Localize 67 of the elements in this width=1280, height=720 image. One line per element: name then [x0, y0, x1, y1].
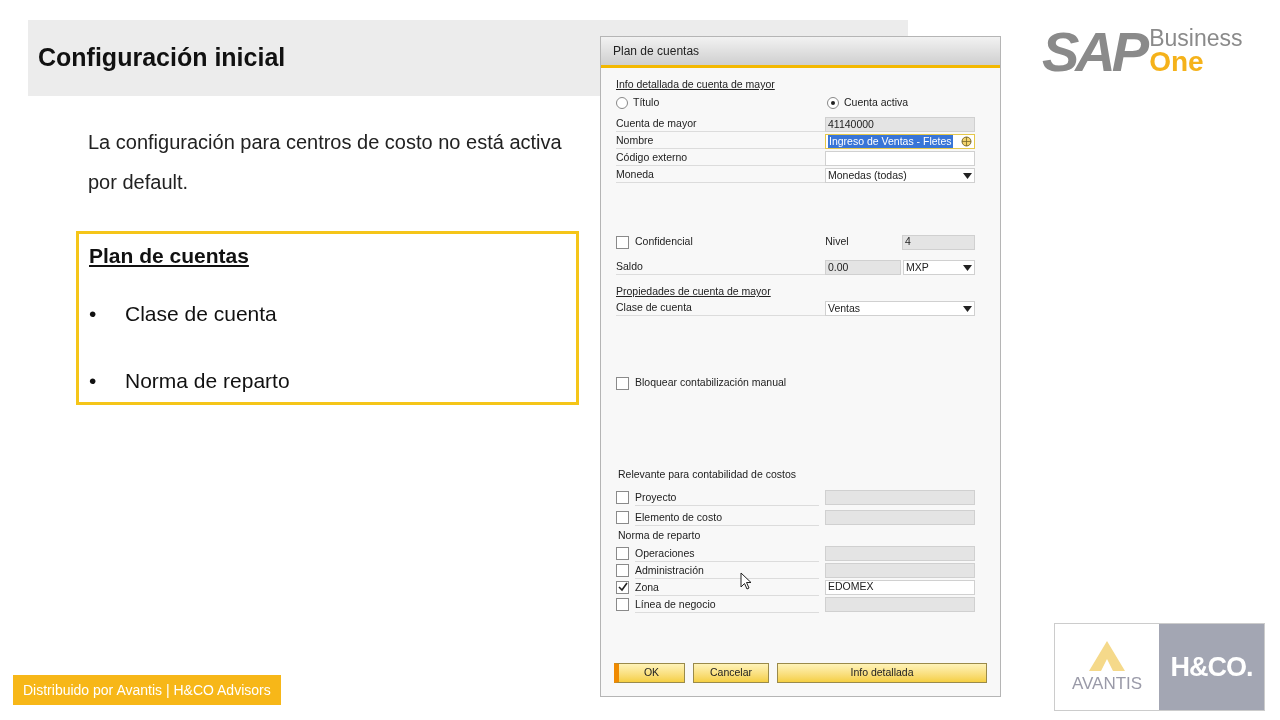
input-field[interactable]: 4: [902, 234, 975, 250]
input-field[interactable]: [825, 489, 975, 505]
radio-button[interactable]: [827, 97, 839, 109]
checkbox[interactable]: [616, 510, 629, 524]
caret-icon: [963, 172, 972, 179]
group-heading: Norma de reparto: [617, 528, 701, 543]
radio-label: Cuenta activa: [844, 95, 909, 111]
radio-label: Título: [633, 95, 660, 111]
bullet-text: Clase de cuenta: [125, 300, 277, 327]
checkbox[interactable]: [616, 376, 629, 390]
input-field[interactable]: 41140000: [825, 117, 975, 132]
logo-text: One: [1149, 50, 1204, 74]
field-label: Clase de cuenta: [616, 299, 825, 316]
field-label: Código externo: [616, 149, 825, 166]
input-field[interactable]: 0.00: [825, 260, 901, 275]
checkbox[interactable]: [616, 597, 629, 611]
dropdown-field[interactable]: Monedas (todas): [825, 168, 975, 183]
bullet-text: Norma de reparto: [125, 368, 290, 394]
triangle-logo-icon: [1089, 640, 1125, 671]
field-label: Moneda: [616, 166, 825, 183]
slide-paragraph: La configuración para centros de costo no está activa por default.: [88, 130, 563, 195]
checkmark-icon: [617, 582, 628, 592]
checkbox[interactable]: [616, 490, 629, 504]
field-label: Elemento de costo: [635, 508, 819, 526]
field-label: Nivel: [825, 234, 850, 250]
input-field[interactable]: [825, 545, 975, 561]
bullet-marker: •: [89, 368, 98, 394]
checkbox[interactable]: [616, 563, 629, 577]
caret-icon: [963, 264, 972, 271]
dropdown-field[interactable]: Ventas: [825, 301, 975, 316]
checkbox-label: Confidencial: [635, 234, 693, 250]
field-label: Cuenta de mayor: [616, 115, 825, 132]
group-heading: Relevante para contabilidad de costos: [617, 467, 797, 482]
checkbox[interactable]: [616, 235, 629, 249]
field-label: Saldo: [616, 258, 825, 275]
logo-text: H&CO.: [1170, 650, 1253, 684]
logo-text: Business: [1149, 26, 1243, 50]
footer-banner: Distribuido por Avantis | H&CO Advisors: [13, 675, 281, 705]
caret-icon: [963, 305, 972, 312]
dialog-button[interactable]: Cancelar: [693, 663, 769, 683]
radio-button[interactable]: [616, 97, 628, 109]
input-field[interactable]: [825, 151, 975, 166]
field-label: Proyecto: [635, 488, 819, 506]
dialog-button[interactable]: Info detallada: [777, 663, 987, 683]
input-field[interactable]: [825, 562, 975, 578]
bullet-marker: •: [89, 300, 98, 327]
input-field[interactable]: [825, 596, 975, 612]
slide-title: Configuración inicial: [38, 42, 286, 74]
input-field[interactable]: Ingreso de Ventas - Fletes: [825, 134, 975, 149]
dropdown-field[interactable]: MXP: [903, 260, 975, 275]
checkbox[interactable]: [616, 580, 629, 594]
input-field[interactable]: EDOMEX: [825, 579, 975, 595]
field-label: Operaciones: [635, 544, 819, 562]
logo-mark: SAP: [1042, 26, 1146, 78]
dialog-button[interactable]: OK: [614, 663, 685, 683]
field-label: Línea de negocio: [635, 595, 819, 613]
section-heading: Propiedades de cuenta de mayor: [616, 284, 771, 299]
mouse-cursor-icon: [740, 572, 751, 590]
checkbox[interactable]: [616, 546, 629, 560]
logo-text: AVANTIS: [1071, 672, 1143, 695]
section-heading: Info detallada de cuenta de mayor: [616, 77, 775, 92]
input-field[interactable]: [825, 509, 975, 525]
globe-icon: [961, 136, 972, 147]
checkbox-label: Bloquear contabilización manual: [635, 375, 787, 391]
dialog-title: Plan de cuentas: [613, 43, 700, 60]
card-heading: Plan de cuentas: [89, 243, 249, 269]
field-label: Nombre: [616, 132, 825, 149]
